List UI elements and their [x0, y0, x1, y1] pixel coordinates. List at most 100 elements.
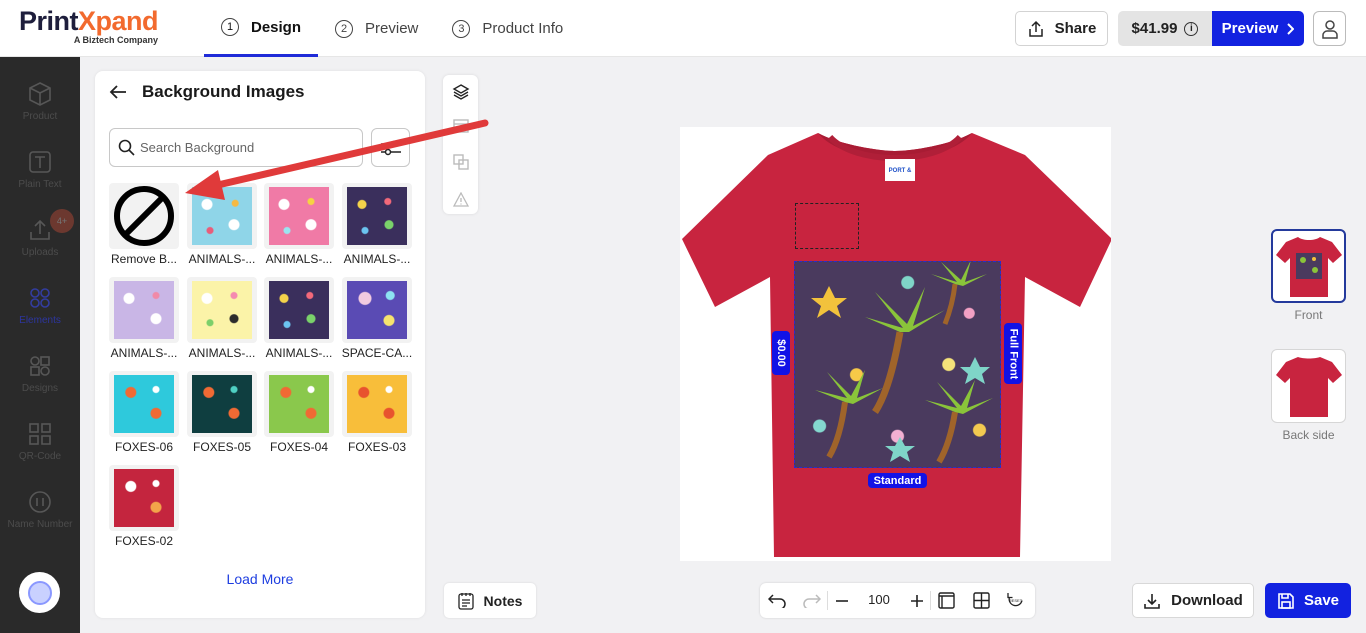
- tab-product-info[interactable]: 3 Product Info: [435, 0, 580, 57]
- tab-label: Design: [251, 18, 302, 36]
- step-tabs: 1 Design 2 Preview 3 Product Info: [204, 0, 580, 57]
- back-arrow-icon[interactable]: [109, 84, 127, 100]
- step-number: 2: [335, 19, 354, 38]
- tab-design[interactable]: 1 Design: [204, 0, 319, 57]
- view-back[interactable]: Back side: [1271, 349, 1346, 442]
- remove-background-thumb: [109, 183, 179, 249]
- search-input[interactable]: [140, 140, 355, 155]
- grid-icon: [973, 592, 990, 609]
- price-display: $41.99 i: [1118, 11, 1212, 46]
- sidebar-item-qr-code[interactable]: QR-Code: [0, 421, 80, 462]
- sidebar-item-designs[interactable]: Designs: [0, 353, 80, 394]
- tshirt-back-thumbnail: [1275, 357, 1342, 417]
- secondary-print-area[interactable]: [795, 203, 859, 249]
- reset-icon: RESET: [1007, 593, 1023, 607]
- layer-tools: [443, 75, 478, 214]
- top-bar: PrintXpand A Biztech Company 1 Design 2 …: [0, 0, 1366, 57]
- fit-screen-button[interactable]: [936, 590, 957, 611]
- bg-tile[interactable]: ANIMALS-...: [187, 183, 259, 266]
- minus-icon: [835, 599, 848, 602]
- bg-tile[interactable]: FOXES-06: [109, 371, 181, 454]
- view-front[interactable]: Front: [1271, 229, 1346, 322]
- left-sidebar: Product Plain Text Uploads 4+ Elements D…: [0, 57, 80, 633]
- tab-preview[interactable]: 2 Preview: [318, 0, 435, 57]
- view-thumbnail: [1271, 229, 1346, 303]
- preview-button[interactable]: Preview: [1212, 11, 1304, 46]
- tile-label: ANIMALS-...: [110, 346, 178, 360]
- divider: [827, 591, 828, 610]
- grid-toggle-button[interactable]: [971, 590, 992, 611]
- sidebar-item-label: Uploads: [21, 247, 59, 258]
- sidebar-item-elements[interactable]: Elements: [0, 285, 80, 326]
- no-symbol-icon: [114, 186, 174, 246]
- avatar[interactable]: [19, 572, 60, 613]
- sidebar-item-label: Elements: [19, 315, 61, 326]
- download-button[interactable]: Download: [1132, 583, 1254, 618]
- pattern-image: [114, 375, 174, 433]
- preview-label: Preview: [1221, 20, 1279, 37]
- design-canvas[interactable]: PORT & $0.00 Full Front Standard: [680, 127, 1111, 561]
- layers-button[interactable]: [450, 81, 471, 102]
- download-label: Download: [1171, 592, 1243, 609]
- search-box[interactable]: [109, 128, 363, 167]
- share-button[interactable]: Share: [1015, 11, 1108, 46]
- logo[interactable]: PrintXpand A Biztech Company: [19, 6, 159, 45]
- align-button[interactable]: [450, 115, 471, 136]
- pattern-image: [192, 375, 252, 433]
- sidebar-item-uploads[interactable]: Uploads 4+: [0, 209, 80, 258]
- duplicate-button[interactable]: [450, 151, 471, 172]
- divider: [930, 591, 931, 610]
- tile-thumb: [264, 371, 334, 437]
- bg-tile[interactable]: FOXES-02: [109, 465, 181, 548]
- logo-text-xpand: Xpand: [78, 6, 159, 36]
- sidebar-item-name-number[interactable]: Name Number: [0, 489, 80, 530]
- tile-label: ANIMALS-...: [343, 252, 411, 266]
- bg-tile[interactable]: FOXES-03: [342, 371, 414, 454]
- notes-button[interactable]: Notes: [444, 583, 536, 618]
- elements-icon: [30, 288, 50, 308]
- undo-icon: [767, 593, 786, 608]
- redo-button[interactable]: [801, 590, 822, 611]
- save-button[interactable]: Save: [1265, 583, 1351, 618]
- bg-tile[interactable]: ANIMALS-...: [264, 277, 336, 360]
- bg-tile-remove[interactable]: Remove B...: [109, 183, 181, 266]
- standard-size-tag[interactable]: Standard: [868, 473, 927, 488]
- bg-tile[interactable]: ANIMALS-...: [342, 183, 414, 266]
- zoom-in-button[interactable]: [906, 590, 927, 611]
- tile-thumb: [187, 183, 257, 249]
- tile-label: FOXES-03: [347, 440, 407, 454]
- step-number: 1: [221, 18, 239, 36]
- zoom-toolbar: 100 RESET: [760, 583, 1035, 618]
- designs-icon: [30, 356, 50, 376]
- bg-tile[interactable]: FOXES-04: [264, 371, 336, 454]
- sidebar-item-label: Product: [22, 111, 58, 122]
- full-front-print-area[interactable]: [794, 261, 1001, 468]
- user-account-button[interactable]: [1313, 11, 1346, 46]
- reset-button[interactable]: RESET: [1005, 590, 1026, 611]
- load-more-link[interactable]: Load More: [95, 571, 425, 587]
- pattern-image: [192, 187, 252, 245]
- price-tag: $0.00: [772, 331, 790, 375]
- bg-tile[interactable]: SPACE-CA...: [342, 277, 414, 360]
- tile-label: FOXES-06: [114, 440, 174, 454]
- zoom-out-button[interactable]: [831, 590, 852, 611]
- download-icon: [1144, 593, 1160, 609]
- sidebar-item-plain-text[interactable]: Plain Text: [0, 149, 80, 190]
- duplicate-icon: [452, 153, 469, 170]
- name-number-icon: [29, 491, 51, 513]
- uploads-count-badge: 4+: [50, 209, 74, 233]
- bg-tile[interactable]: ANIMALS-...: [264, 183, 336, 266]
- logo-tagline: A Biztech Company: [73, 35, 159, 45]
- warning-button[interactable]: [450, 189, 471, 210]
- frame-icon: [938, 592, 955, 609]
- align-icon: [452, 118, 469, 133]
- undo-button[interactable]: [766, 590, 787, 611]
- tile-label: ANIMALS-...: [188, 252, 256, 266]
- filter-button[interactable]: [371, 128, 410, 167]
- sidebar-item-product[interactable]: Product: [0, 81, 80, 122]
- zoom-level: 100: [868, 592, 890, 607]
- bg-tile[interactable]: ANIMALS-...: [187, 277, 259, 360]
- bg-tile[interactable]: ANIMALS-...: [109, 277, 181, 360]
- info-icon[interactable]: i: [1184, 21, 1199, 36]
- bg-tile[interactable]: FOXES-05: [187, 371, 259, 454]
